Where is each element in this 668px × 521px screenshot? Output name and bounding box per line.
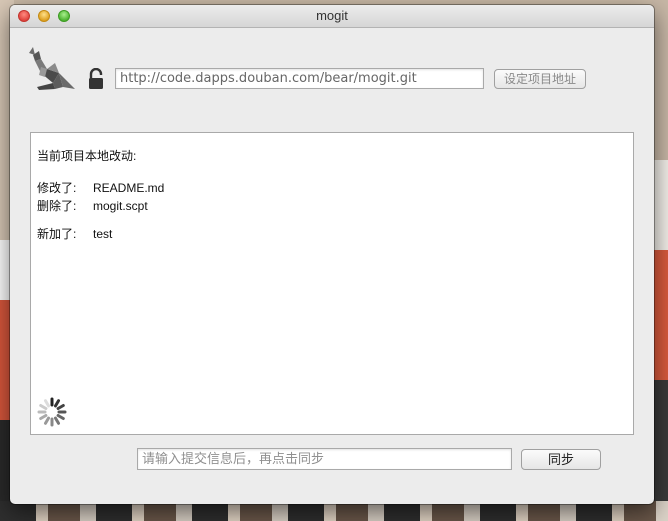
changes-panel: 当前项目本地改动: 修改了: README.md 删除了: mogit.scpt 新… <box>30 132 634 435</box>
desktop-background-bottom <box>0 501 668 521</box>
added-row: 新加了: test <box>37 225 112 242</box>
added-label: 新加了: <box>37 227 77 241</box>
app-window: mogit http://code.dapps.douban.com/bear/… <box>10 5 654 504</box>
modified-label: 修改了: <box>37 181 77 195</box>
commit-message-input[interactable]: 请输入提交信息后，再点击同步 <box>137 448 512 470</box>
loading-spinner-icon <box>37 397 67 427</box>
deleted-label: 删除了: <box>37 199 77 213</box>
window-title: mogit <box>316 8 348 23</box>
deleted-file: mogit.scpt <box>93 199 148 213</box>
kangaroo-logo-icon <box>29 47 75 90</box>
title-bar[interactable]: mogit <box>10 5 654 28</box>
added-file: test <box>93 227 113 241</box>
modified-file: README.md <box>93 181 165 195</box>
set-project-address-button[interactable]: 设定项目地址 <box>494 69 586 89</box>
sync-button[interactable]: 同步 <box>521 449 601 470</box>
deleted-row: 删除了: mogit.scpt <box>37 197 148 214</box>
changes-heading: 当前项目本地改动: <box>37 149 137 163</box>
lock-icon[interactable] <box>88 68 104 90</box>
modified-row: 修改了: README.md <box>37 179 164 196</box>
repo-url-input[interactable]: http://code.dapps.douban.com/bear/mogit.… <box>115 68 484 89</box>
desktop-background-right <box>652 0 668 521</box>
